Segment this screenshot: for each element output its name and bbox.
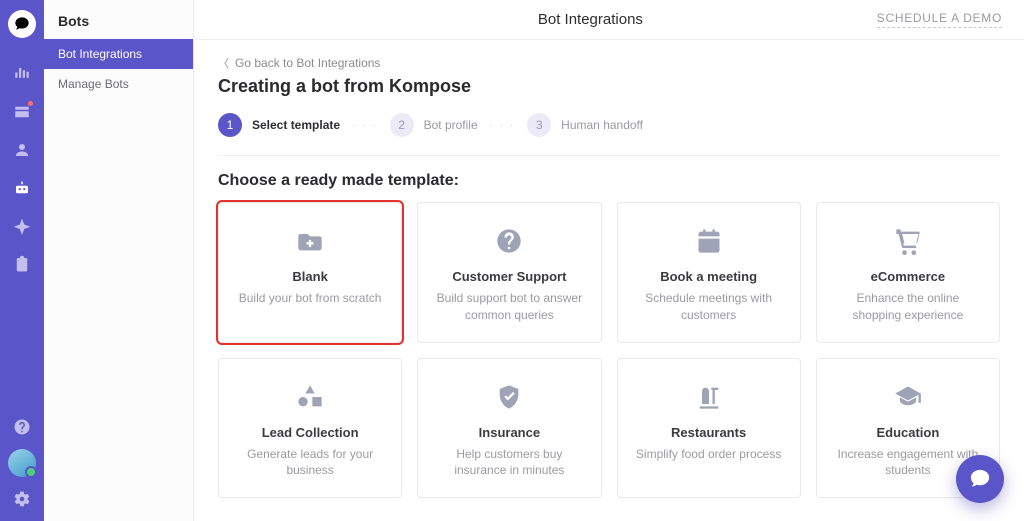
template-card-blank[interactable]: Blank Build your bot from scratch [218, 202, 402, 343]
sidebar-item-manage-bots[interactable]: Manage Bots [44, 69, 193, 99]
template-desc: Enhance the online shopping experience [831, 290, 985, 324]
step-label: Select template [252, 118, 340, 132]
template-card-insurance[interactable]: Insurance Help customers buy insurance in… [417, 358, 601, 499]
template-desc: Help customers buy insurance in minutes [432, 446, 586, 480]
step-label: Bot profile [424, 118, 478, 132]
app-logo[interactable] [8, 10, 36, 38]
rail-settings-icon[interactable] [0, 487, 44, 511]
content: 〈 Go back to Bot Integrations Creating a… [194, 40, 1024, 521]
step-number: 2 [390, 113, 414, 137]
shapes-icon [294, 381, 326, 413]
rail-clipboard-icon[interactable] [0, 252, 44, 276]
stepper: 1 Select template · · · 2 Bot profile · · · 3H… [218, 109, 1000, 156]
template-desc: Build support bot to answer common queri… [432, 290, 586, 324]
sidebar-item-bot-integrations[interactable]: Bot Integrations [44, 39, 193, 69]
template-card-book-a-meeting[interactable]: Book a meeting Schedule meetings with cus… [617, 202, 801, 343]
rail-inbox-icon[interactable] [0, 100, 44, 124]
step-separator: · · · [490, 120, 516, 131]
step-number: 3 [527, 113, 551, 137]
question-icon [493, 225, 525, 257]
calendar-icon [693, 225, 725, 257]
shield-icon [493, 381, 525, 413]
rail-analytics-icon[interactable] [0, 62, 44, 86]
template-name: Insurance [432, 425, 586, 440]
chat-launcher-fab[interactable] [956, 455, 1004, 503]
sidebar-title: Bots [44, 0, 193, 39]
template-name: Restaurants [632, 425, 786, 440]
rail-users-icon[interactable] [0, 138, 44, 162]
template-card-lead-collection[interactable]: Lead Collection Generate leads for your b… [218, 358, 402, 499]
step-number: 1 [218, 113, 242, 137]
back-link[interactable]: 〈 Go back to Bot Integrations [218, 55, 380, 71]
section-heading: Choose a ready made template: [218, 172, 1000, 190]
template-card-customer-support[interactable]: Customer Support Build support bot to ans… [417, 202, 601, 343]
step-separator: · · · [352, 120, 378, 131]
folder-plus-icon [294, 225, 326, 257]
template-desc: Simplify food order process [632, 446, 786, 463]
template-name: Education [831, 425, 985, 440]
user-avatar[interactable] [8, 449, 36, 477]
rail-help-icon[interactable] [0, 415, 44, 439]
cart-icon [892, 225, 924, 257]
schedule-demo-link[interactable]: SCHEDULE A DEMO [877, 11, 1002, 28]
template-grid: Blank Build your bot from scratch Customer… [218, 202, 1000, 498]
sidebar: Bots Bot IntegrationsManage Bots [44, 0, 194, 521]
step-3[interactable]: 3 Human handoff [527, 113, 643, 137]
template-card-ecommerce[interactable]: eCommerce Enhance the online shopping exp… [816, 202, 1000, 343]
template-name: eCommerce [831, 269, 985, 284]
step-1[interactable]: 1 Select template [218, 113, 340, 137]
template-desc: Build your bot from scratch [233, 290, 387, 307]
template-card-restaurants[interactable]: Restaurants Simplify food order process [617, 358, 801, 499]
template-name: Lead Collection [233, 425, 387, 440]
step-2[interactable]: 2 Bot profile [390, 113, 478, 137]
education-icon [892, 381, 924, 413]
page-title: Creating a bot from Kompose [218, 76, 1000, 97]
template-desc: Generate leads for your business [233, 446, 387, 480]
food-icon [693, 381, 725, 413]
left-rail [0, 0, 44, 521]
main: Bot Integrations SCHEDULE A DEMO 〈 Go ba… [194, 0, 1024, 521]
back-link-label: Go back to Bot Integrations [235, 56, 380, 70]
rail-bot-icon[interactable] [0, 176, 44, 200]
step-label: Human handoff [561, 118, 643, 132]
rail-nav-icon[interactable] [0, 214, 44, 238]
template-name: Customer Support [432, 269, 586, 284]
template-name: Book a meeting [632, 269, 786, 284]
chevron-left-icon: 〈 [218, 55, 229, 71]
template-desc: Schedule meetings with customers [632, 290, 786, 324]
topbar: Bot Integrations SCHEDULE A DEMO [194, 0, 1024, 40]
template-name: Blank [233, 269, 387, 284]
topbar-title: Bot Integrations [304, 11, 877, 28]
